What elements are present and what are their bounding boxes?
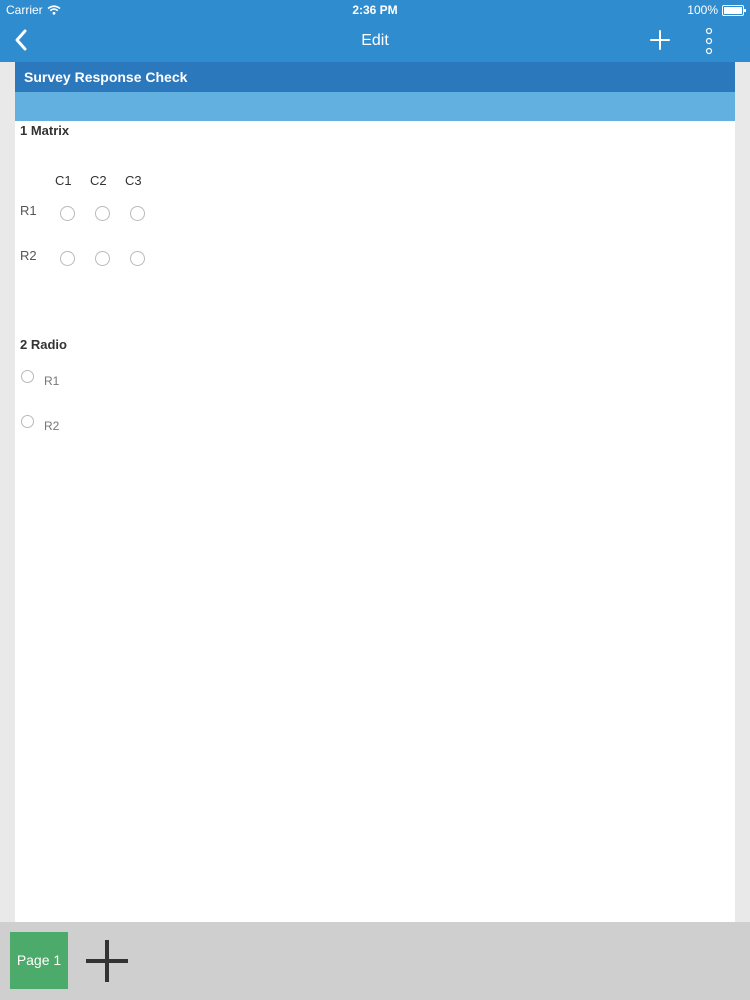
plus-icon[interactable] <box>84 938 130 984</box>
nav-bar: Edit <box>0 20 750 62</box>
matrix-radio-r1-c1[interactable] <box>60 206 75 221</box>
battery-icon <box>722 4 746 16</box>
radio-option-label: R2 <box>44 419 60 433</box>
radio-option-label: R1 <box>44 374 60 388</box>
matrix-radio-r2-c1[interactable] <box>60 251 75 266</box>
matrix-row-label: R2 <box>20 248 37 263</box>
matrix-radio-r2-c3[interactable] <box>130 251 145 266</box>
matrix-column-label: C2 <box>90 173 107 188</box>
battery-info: 100% <box>687 3 746 17</box>
survey-title: Survey Response Check <box>15 62 735 92</box>
matrix-radio-r2-c2[interactable] <box>95 251 110 266</box>
status-time: 2:36 PM <box>352 3 398 17</box>
plus-icon[interactable] <box>646 26 674 54</box>
matrix-radio-r1-c3[interactable] <box>130 206 145 221</box>
matrix-column-label: C1 <box>55 173 72 188</box>
matrix-radio-r1-c2[interactable] <box>95 206 110 221</box>
bottom-page-bar: Page 1 <box>0 922 750 1000</box>
battery-label: 100% <box>687 3 718 17</box>
question-title-matrix: 1 Matrix <box>20 123 70 138</box>
page-tab-1[interactable]: Page 1 <box>10 932 68 989</box>
survey-sheet: Survey Response Check 1 Matrix C1 C2 C3 … <box>15 62 735 922</box>
radio-option-r1[interactable] <box>21 370 34 383</box>
matrix-column-label: C3 <box>125 173 142 188</box>
status-bar: Carrier 2:36 PM 100% <box>0 0 750 20</box>
radio-option-r2[interactable] <box>21 415 34 428</box>
vertical-dots-icon[interactable] <box>698 26 720 56</box>
page-title: Edit <box>361 32 389 49</box>
survey-subheader-bar <box>15 92 735 121</box>
question-title-radio: 2 Radio <box>20 337 67 352</box>
matrix-row-label: R1 <box>20 203 37 218</box>
